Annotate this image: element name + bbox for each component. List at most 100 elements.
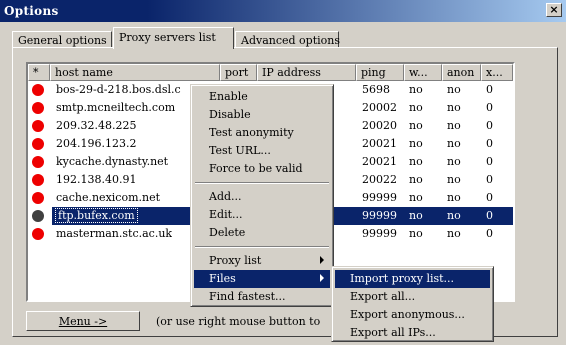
cell-x: 0 bbox=[486, 119, 493, 132]
cell-anon: no bbox=[447, 209, 461, 222]
title-bar: Options × bbox=[0, 0, 566, 22]
cell-ping: 5698 bbox=[362, 83, 390, 96]
menu-item-test-url[interactable]: Test URL... bbox=[194, 142, 330, 160]
cell-host: 209.32.48.225 bbox=[56, 119, 137, 132]
cell-x: 0 bbox=[486, 173, 493, 186]
menu-item-label: Export all... bbox=[350, 290, 416, 303]
menu-item-label: Find fastest... bbox=[209, 290, 286, 303]
close-button[interactable]: × bbox=[546, 3, 562, 17]
status-red-icon bbox=[32, 102, 44, 114]
menu-separator bbox=[195, 182, 329, 184]
cell-x: 0 bbox=[486, 209, 493, 222]
column-header-status[interactable]: * bbox=[28, 64, 50, 81]
tab-label: Advanced options bbox=[241, 34, 341, 47]
menu-item-label: Proxy list bbox=[209, 254, 262, 267]
cell-w: no bbox=[409, 191, 423, 204]
cell-host: masterman.stc.ac.uk bbox=[56, 227, 173, 240]
menu-item-label: Force to be valid bbox=[209, 162, 303, 175]
cell-ping: 99999 bbox=[362, 209, 397, 222]
column-header-w[interactable]: w... bbox=[404, 64, 442, 81]
cell-ping: 20020 bbox=[362, 119, 397, 132]
menu-item-label: Enable bbox=[209, 90, 248, 103]
status-red-icon bbox=[32, 120, 44, 132]
status-red-icon bbox=[32, 138, 44, 150]
files-submenu: Import proxy list... Export all... Export … bbox=[331, 266, 494, 342]
menu-button[interactable]: Menu -> bbox=[26, 311, 140, 331]
menu-item-test-anonymity[interactable]: Test anonymity bbox=[194, 124, 330, 142]
column-header-ip-address[interactable]: IP address bbox=[257, 64, 356, 81]
menu-item-delete[interactable]: Delete bbox=[194, 224, 330, 242]
menu-button-label: Menu -> bbox=[58, 315, 108, 328]
submenu-arrow-icon bbox=[320, 274, 324, 282]
menu-item-files[interactable]: Files bbox=[194, 270, 330, 288]
menu-separator bbox=[195, 246, 329, 248]
cell-x: 0 bbox=[486, 137, 493, 150]
menu-item-label: Export all IPs... bbox=[350, 326, 436, 339]
column-header-anon[interactable]: anon bbox=[442, 64, 481, 81]
menu-item-disable[interactable]: Disable bbox=[194, 106, 330, 124]
cell-w: no bbox=[409, 137, 423, 150]
cell-ping: 20002 bbox=[362, 101, 397, 114]
cell-anon: no bbox=[447, 101, 461, 114]
hint-text: (or use right mouse button to bbox=[156, 315, 321, 328]
list-header: * host name port IP address ping w... an… bbox=[28, 64, 513, 81]
column-header-port[interactable]: port bbox=[220, 64, 257, 81]
window-title: Options bbox=[4, 4, 59, 18]
cell-w: no bbox=[409, 83, 423, 96]
status-red-icon bbox=[32, 192, 44, 204]
column-header-host-name[interactable]: host name bbox=[50, 64, 220, 81]
cell-w: no bbox=[409, 227, 423, 240]
menu-item-label: Delete bbox=[209, 226, 246, 239]
column-header-x[interactable]: x... bbox=[481, 64, 513, 81]
cell-w: no bbox=[409, 101, 423, 114]
cell-anon: no bbox=[447, 137, 461, 150]
cell-x: 0 bbox=[486, 155, 493, 168]
menu-item-label: Test URL... bbox=[209, 144, 271, 157]
cell-host: cache.nexicom.net bbox=[56, 191, 161, 204]
context-menu: Enable Disable Test anonymity Test URL... Fo… bbox=[190, 84, 334, 307]
cell-x: 0 bbox=[486, 83, 493, 96]
cell-ping: 20021 bbox=[362, 137, 397, 150]
menu-item-force-to-be-valid[interactable]: Force to be valid bbox=[194, 160, 330, 178]
menu-item-export-all-ips[interactable]: Export all IPs... bbox=[335, 324, 490, 342]
column-header-ping[interactable]: ping bbox=[356, 64, 404, 81]
cell-host: 192.138.40.91 bbox=[56, 173, 137, 186]
menu-item-export-anonymous[interactable]: Export anonymous... bbox=[335, 306, 490, 324]
menu-item-label: Import proxy list... bbox=[350, 272, 455, 285]
cell-ping: 99999 bbox=[362, 227, 397, 240]
menu-item-label: Add... bbox=[209, 190, 242, 203]
cell-ping: 99999 bbox=[362, 191, 397, 204]
menu-item-label: Edit... bbox=[209, 208, 243, 221]
menu-item-proxy-list[interactable]: Proxy list bbox=[194, 252, 330, 270]
menu-item-export-all[interactable]: Export all... bbox=[335, 288, 490, 306]
status-red-icon bbox=[32, 174, 44, 186]
cell-host: ftp.bufex.com bbox=[55, 208, 138, 223]
menu-item-add[interactable]: Add... bbox=[194, 188, 330, 206]
tab-proxy-servers-list[interactable]: Proxy servers list bbox=[113, 27, 234, 49]
cell-host: 204.196.123.2 bbox=[56, 137, 137, 150]
cell-host: kycache.dynasty.net bbox=[56, 155, 169, 168]
menu-item-label: Test anonymity bbox=[209, 126, 294, 139]
cell-x: 0 bbox=[486, 191, 493, 204]
cell-anon: no bbox=[447, 155, 461, 168]
tab-advanced-options[interactable]: Advanced options bbox=[235, 31, 341, 48]
cell-host: smtp.mcneiltech.com bbox=[56, 101, 176, 114]
cell-w: no bbox=[409, 155, 423, 168]
tab-label: Proxy servers list bbox=[119, 31, 216, 44]
tab-general-options[interactable]: General options bbox=[12, 31, 112, 48]
cell-ping: 20021 bbox=[362, 155, 397, 168]
cell-x: 0 bbox=[486, 227, 493, 240]
cell-anon: no bbox=[447, 227, 461, 240]
menu-item-label: Disable bbox=[209, 108, 251, 121]
menu-item-label: Export anonymous... bbox=[350, 308, 465, 321]
cell-anon: no bbox=[447, 191, 461, 204]
cell-x: 0 bbox=[486, 101, 493, 114]
status-dark-icon bbox=[32, 210, 44, 222]
cell-w: no bbox=[409, 173, 423, 186]
menu-item-find-fastest[interactable]: Find fastest... bbox=[194, 288, 330, 306]
cell-anon: no bbox=[447, 83, 461, 96]
menu-item-edit[interactable]: Edit... bbox=[194, 206, 330, 224]
status-red-icon bbox=[32, 228, 44, 240]
menu-item-import-proxy-list[interactable]: Import proxy list... bbox=[335, 270, 490, 288]
menu-item-enable[interactable]: Enable bbox=[194, 88, 330, 106]
